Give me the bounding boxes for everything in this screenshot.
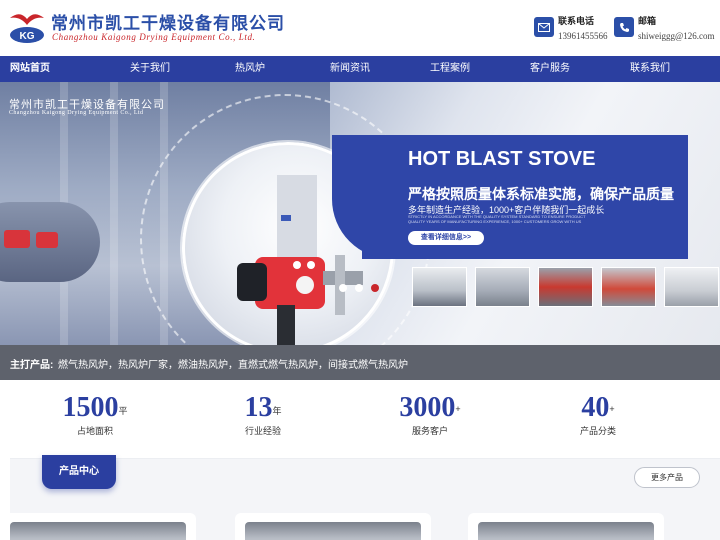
banner-thumbnails [412,267,719,307]
product-center-tab[interactable]: 产品中心 [42,455,116,489]
slide-dot-3[interactable] [371,284,379,292]
product-image [245,522,421,540]
more-products-button[interactable]: 更多产品 [634,467,700,488]
stat-categories: 40+ 产品分类 [576,392,620,437]
company-name-cn: 常州市凯工干燥设备有限公司 [51,14,285,34]
banner-title: HOT BLAST STOVE [408,148,596,170]
email-label: 邮箱 [638,16,657,26]
phone-icon [614,17,634,37]
logo-letters: KG [20,31,35,42]
contact-email: 邮箱 shiweiggg@126.com [614,14,715,41]
main-products-list[interactable]: 燃气热风炉，热风炉厂家，燃油热风炉，直燃式燃气热风炉，间接式燃气热风炉 [58,356,408,371]
nav-about[interactable]: 关于我们 [100,56,200,82]
stat-value: 3000 [399,392,456,423]
banner-subtitle: 严格按照质量体系标准实施，确保产品质量 [408,186,674,202]
stat-unit: + [455,404,461,414]
product-card[interactable] [468,513,664,540]
company-name-en: Changzhou Kaigong Drying Equipment Co., … [52,32,256,42]
phone-value[interactable]: 13961455566 [558,31,608,41]
slide-dot-2[interactable] [355,284,363,292]
thumbnail-2[interactable] [475,267,530,307]
product-image [10,522,186,540]
stat-experience: 13年 行业经验 [238,392,288,437]
company-logo[interactable]: KG [8,8,46,46]
thumbnail-3[interactable] [538,267,593,307]
nav-news[interactable]: 新闻资讯 [300,56,400,82]
stat-unit: 平 [118,406,128,416]
phone-label: 联系电话 [558,16,595,26]
stat-customers: 3000+ 服务客户 [394,392,466,437]
page: KG 常州市凯工干燥设备有限公司 Changzhou Kaigong Dryin… [0,0,720,540]
nav-hot-blast-stove[interactable]: 热风炉 [200,56,300,82]
hero-banner[interactable]: 常州市凯工干燥设备有限公司 Changzhou Kaigong Drying E… [0,82,720,345]
stat-value: 13 [244,392,273,423]
thumbnail-5[interactable] [664,267,719,307]
view-details-button[interactable]: 查看详细信息>> [408,231,484,245]
stat-unit: + [609,404,615,414]
stat-value: 40 [581,392,610,423]
stat-caption: 占地面积 [76,426,113,436]
banner-company-en: Changzhou Kaigong Drying Equipment Co., … [9,110,144,116]
main-nav: 网站首页 关于我们 热风炉 新闻资讯 工程案例 客户服务 联系我们 [0,56,720,82]
main-products-bar: 主打产品: 燃气热风炉，热风炉厂家，燃油热风炉，直燃式燃气热风炉，间接式燃气热风… [0,345,720,380]
nav-home[interactable]: 网站首页 [0,56,56,82]
nav-cases[interactable]: 工程案例 [400,56,500,82]
site-header: KG 常州市凯工干燥设备有限公司 Changzhou Kaigong Dryin… [0,0,720,56]
product-card[interactable] [0,513,196,540]
product-card[interactable] [235,513,431,540]
stat-area: 1500平 占地面积 [58,392,132,437]
stat-caption: 服务客户 [411,426,448,436]
main-products-label: 主打产品: [10,360,54,371]
contact-phone: 联系电话 13961455566 [534,14,608,41]
stat-value: 1500 [62,392,119,423]
thumbnail-1[interactable] [412,267,467,307]
stat-unit: 年 [272,406,282,416]
banner-english-text: STRICTLY IN ACCORDANCE WITH THE QUALITY … [408,214,586,224]
slide-pagination [339,284,379,292]
email-value[interactable]: shiweiggg@126.com [638,31,715,41]
stat-caption: 产品分类 [579,426,616,436]
product-image [478,522,654,540]
envelope-icon [534,17,554,37]
nav-contact[interactable]: 联系我们 [600,56,700,82]
thumbnail-4[interactable] [601,267,656,307]
stat-caption: 行业经验 [244,426,281,436]
nav-service[interactable]: 客户服务 [500,56,600,82]
slide-dot-1[interactable] [339,284,347,292]
